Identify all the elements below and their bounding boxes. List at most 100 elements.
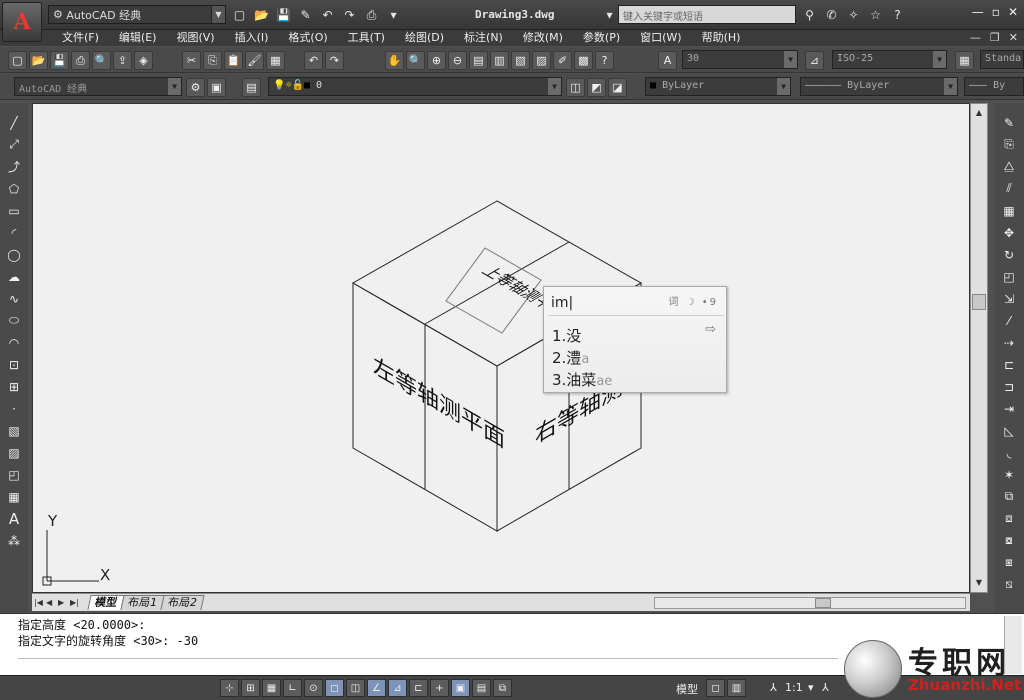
array-icon[interactable]: ▦ [999, 201, 1019, 220]
quick-properties-icon[interactable]: ▤ [472, 679, 491, 697]
redo-icon[interactable]: ↷ [340, 5, 359, 24]
maximize-icon[interactable]: ▫ [992, 5, 1000, 19]
revision-cloud-icon[interactable]: ☁ [4, 267, 24, 286]
workspace-combo[interactable]: AutoCAD 经典 ▼ [14, 77, 182, 96]
mirror-icon[interactable]: ⧋ [999, 157, 1019, 176]
publish-icon[interactable]: ⇪ [113, 51, 132, 70]
next-page-icon[interactable]: ⇨ [705, 322, 716, 337]
zoom-window-icon[interactable]: ⊕ [427, 51, 446, 70]
scale-icon[interactable]: ◰ [999, 267, 1019, 286]
menu-item[interactable]: 插入(I) [225, 30, 279, 46]
erase-icon[interactable]: ✎ [999, 113, 1019, 132]
chevron-down-icon[interactable]: ▼ [944, 78, 957, 95]
last-tab-icon[interactable]: ▶| [70, 598, 80, 607]
construction-line-icon[interactable]: ⤢ [4, 135, 24, 154]
layer-previous-icon[interactable]: ◩ [587, 78, 606, 97]
fillet-icon[interactable]: ◟ [999, 443, 1019, 462]
make-block-icon[interactable]: ⊞ [4, 377, 24, 396]
3d-object-snap-icon[interactable]: ◫ [346, 679, 365, 697]
object-snap-icon[interactable]: ◻ [325, 679, 344, 697]
layer-combo[interactable]: 💡☼🔓■ 0 ▼ [268, 77, 562, 96]
quick-view-layouts-icon[interactable]: ◻ [706, 679, 725, 697]
snap-mode-icon[interactable]: ⊞ [241, 679, 260, 697]
text-style-combo[interactable]: Standa [980, 50, 1024, 69]
chevron-down-icon[interactable]: ▼ [548, 78, 561, 95]
plot-icon[interactable]: ⎙ [71, 51, 90, 70]
workspace-settings-icon[interactable]: ▣ [207, 78, 226, 97]
minimize-icon[interactable]: — [972, 5, 984, 19]
ime-tools[interactable]: 词 ☽ •9 [668, 293, 718, 308]
color-combo[interactable]: ■ ByLayer ▼ [645, 77, 791, 96]
help-icon[interactable]: ? [595, 51, 614, 70]
layer-properties-icon[interactable]: ▤ [242, 78, 261, 97]
ellipse-arc-icon[interactable]: ◠ [4, 333, 24, 352]
menu-item[interactable]: 工具(T) [338, 30, 395, 46]
transparency-icon[interactable]: ▣ [451, 679, 470, 697]
communication-icon[interactable]: ✆ [822, 5, 841, 24]
workspace-switcher[interactable]: ⚙ AutoCAD 经典 ▼ [48, 5, 226, 24]
trim-icon[interactable]: ⁄ [999, 311, 1019, 330]
next-tab-icon[interactable]: ▶ [58, 598, 68, 607]
draw-order-icon[interactable]: ⧉ [999, 487, 1019, 506]
offset-icon[interactable]: ⫽ [999, 179, 1019, 198]
circle-icon[interactable]: ◯ [4, 245, 24, 264]
table-icon[interactable]: ▦ [4, 487, 24, 506]
new-file-icon[interactable]: ▢ [8, 51, 27, 70]
stretch-icon[interactable]: ⇲ [999, 289, 1019, 308]
tab-model[interactable]: 模型 [87, 595, 125, 610]
drawing-area[interactable]: 上等轴测平面 左等轴测平面 右等轴测平面 Y X [32, 103, 970, 593]
annotation-visibility-icon[interactable]: ⅄ [822, 681, 829, 694]
polygon-icon[interactable]: ⬠ [4, 179, 24, 198]
infer-constraints-icon[interactable]: ⊹ [220, 679, 239, 697]
paste-icon[interactable]: 📋 [224, 51, 243, 70]
extend-icon[interactable]: ⇢ [999, 333, 1019, 352]
dim-style-icon[interactable]: ⊿ [805, 51, 824, 70]
dynamic-ucs-icon[interactable]: ⊿ [388, 679, 407, 697]
vertical-scrollbar[interactable]: ▲ ▼ [970, 103, 988, 593]
application-menu-button[interactable]: A [2, 2, 42, 42]
minimize-icon[interactable]: — [970, 30, 981, 46]
send-back-icon[interactable]: ⧇ [999, 531, 1019, 550]
spline-icon[interactable]: ∿ [4, 289, 24, 308]
ellipse-icon[interactable]: ⬭ [4, 311, 24, 330]
rotate-icon[interactable]: ↻ [999, 245, 1019, 264]
menu-item[interactable]: 帮助(H) [692, 30, 751, 46]
close-icon[interactable]: ✕ [1008, 5, 1018, 19]
menu-item[interactable]: 窗口(W) [630, 30, 691, 46]
insert-block-icon[interactable]: ⊡ [4, 355, 24, 374]
3d-dwf-icon[interactable]: ◈ [134, 51, 153, 70]
bring-front-icon[interactable]: ⧈ [999, 509, 1019, 528]
ime-candidate[interactable]: 3.油菜ae [552, 369, 612, 390]
redo-icon[interactable]: ↷ [325, 51, 344, 70]
menu-item[interactable]: 标注(N) [454, 30, 513, 46]
chamfer-icon[interactable]: ◺ [999, 421, 1019, 440]
menu-item[interactable]: 修改(M) [513, 30, 573, 46]
new-file-icon[interactable]: ▢ [230, 5, 249, 24]
scroll-thumb[interactable] [815, 598, 831, 608]
first-tab-icon[interactable]: |◀ [34, 598, 44, 607]
chevron-down-icon[interactable]: ▼ [777, 78, 790, 95]
scroll-thumb[interactable] [972, 294, 986, 310]
arc-icon[interactable]: ◜ [4, 223, 24, 242]
pan-icon[interactable]: ✋ [385, 51, 404, 70]
cut-icon[interactable]: ✂ [182, 51, 201, 70]
add-selected-icon[interactable]: ⁂ [4, 531, 24, 550]
question-icon[interactable]: ? [888, 5, 907, 24]
ime-candidate[interactable]: 2.澧a [552, 347, 589, 368]
menu-item[interactable]: 绘图(D) [395, 30, 454, 46]
plot-icon[interactable]: ⎙ [362, 5, 381, 24]
command-input[interactable] [18, 658, 838, 673]
quick-view-drawings-icon[interactable]: ▥ [727, 679, 746, 697]
model-space-label[interactable]: 模型 [676, 681, 698, 697]
left-face-text[interactable]: 左等轴测平面 [373, 352, 505, 454]
ortho-mode-icon[interactable]: ∟ [283, 679, 302, 697]
rectangle-icon[interactable]: ▭ [4, 201, 24, 220]
chevron-down-icon[interactable]: ▼ [211, 6, 225, 23]
search-input[interactable]: 键入关键字或短语 [618, 5, 796, 24]
table-style-icon[interactable]: ▦ [955, 51, 974, 70]
more-tools-icon[interactable]: ▾ [384, 5, 403, 24]
dynamic-input-icon[interactable]: ⊏ [409, 679, 428, 697]
match-properties-icon[interactable]: 🖌 [245, 51, 264, 70]
move-icon[interactable]: ✥ [999, 223, 1019, 242]
tab-layout2[interactable]: 布局2 [160, 595, 205, 610]
